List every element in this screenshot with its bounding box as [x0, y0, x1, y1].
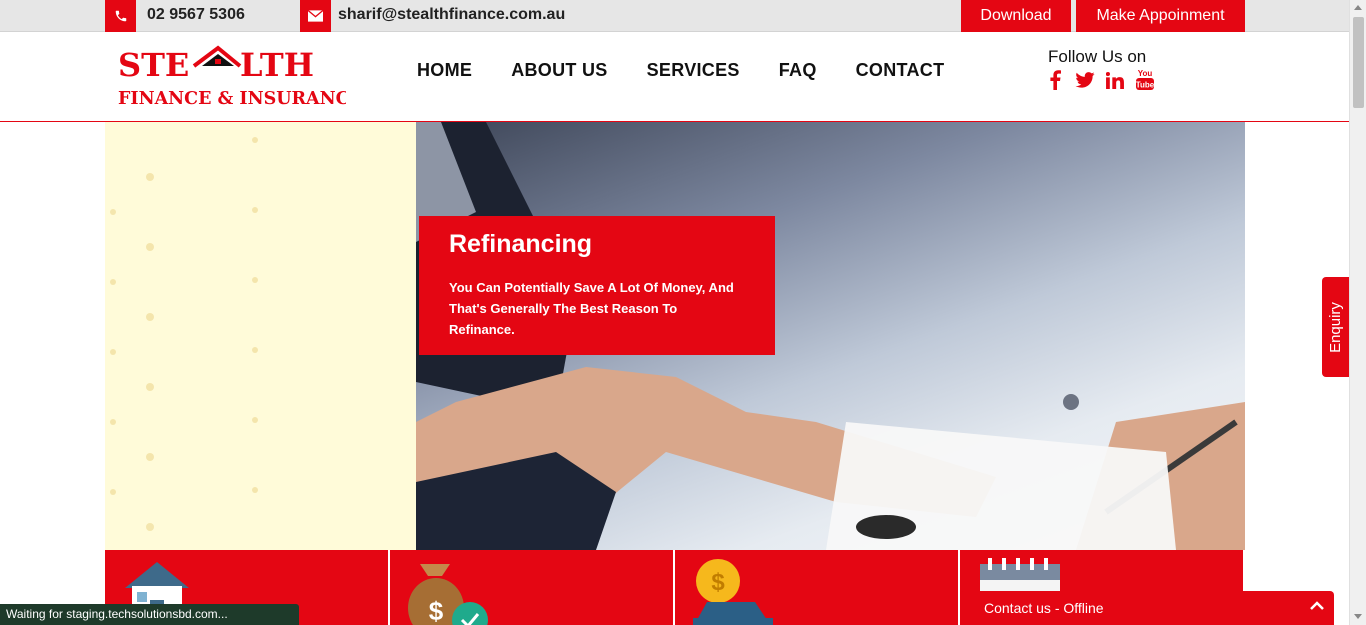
chevron-up-icon[interactable]	[1310, 598, 1324, 616]
logo-text-lth: LTH	[240, 46, 314, 84]
hero-body: You Can Potentially Save A Lot Of Money,…	[449, 280, 734, 337]
main-nav: HOME ABOUT US SERVICES FAQ CONTACT	[417, 60, 983, 81]
browser-status-bar: Waiting for staging.techsolutionsbd.com.…	[0, 604, 299, 625]
scroll-up-icon[interactable]	[1354, 5, 1362, 10]
svg-text:$: $	[429, 596, 444, 625]
nav-faq[interactable]: FAQ	[779, 60, 817, 81]
envelope-icon	[300, 0, 331, 32]
nav-services[interactable]: SERVICES	[647, 60, 740, 81]
facebook-icon[interactable]	[1043, 69, 1067, 91]
roof-icon	[192, 45, 242, 68]
enquiry-tab[interactable]: Enquiry	[1322, 277, 1349, 377]
linkedin-icon[interactable]	[1103, 69, 1127, 91]
follow-us-heading: Follow Us on	[1048, 47, 1147, 66]
svg-text:You: You	[1138, 69, 1153, 78]
nav-home[interactable]: HOME	[417, 60, 472, 81]
top-bar: 02 9567 5306 sharif@stealthfinance.com.a…	[0, 0, 1349, 32]
email-address[interactable]: sharif@stealthfinance.com.au	[338, 6, 565, 24]
logo-text-ste: STE	[118, 46, 189, 84]
hero-slider: Refinancing You Can Potentially Save A L…	[105, 122, 1245, 550]
make-appointment-button[interactable]: Make Appoinment	[1076, 0, 1245, 32]
contact-chat-widget[interactable]: Contact us - Offline	[960, 591, 1334, 625]
chat-label: Contact us - Offline	[984, 600, 1104, 616]
enquiry-label: Enquiry	[1327, 301, 1345, 353]
service-tile-personal-loan[interactable]: $	[390, 550, 673, 625]
site-logo[interactable]: STE LTH FINANCE & INSURANCE	[116, 43, 363, 111]
money-bag-icon: $	[408, 564, 488, 625]
nav-about-us[interactable]: ABOUT US	[511, 60, 607, 81]
youtube-icon[interactable]: You Tube	[1133, 69, 1157, 91]
svg-text:Tube: Tube	[1136, 81, 1155, 90]
service-tile-car-loan[interactable]: $	[675, 550, 958, 625]
svg-text:$: $	[711, 569, 725, 596]
scroll-down-icon[interactable]	[1354, 614, 1362, 619]
phone-number[interactable]: 02 9567 5306	[147, 6, 245, 24]
hero-caption-box: Refinancing You Can Potentially Save A L…	[419, 216, 775, 355]
hero-decorative-panel	[105, 122, 416, 550]
logo-tagline: FINANCE & INSURANCE	[118, 89, 346, 109]
download-button[interactable]: Download	[961, 0, 1071, 32]
site-header: STE LTH FINANCE & INSURANCE HOME ABOUT U…	[0, 33, 1349, 122]
social-links: You Tube	[1043, 69, 1157, 91]
scrollbar-thumb[interactable]	[1353, 17, 1364, 108]
twitter-icon[interactable]	[1073, 69, 1097, 91]
page-scrollbar[interactable]	[1349, 0, 1366, 625]
phone-icon	[105, 0, 136, 32]
hero-title: Refinancing	[449, 230, 593, 258]
car-loan-icon: $	[693, 559, 773, 625]
nav-contact[interactable]: CONTACT	[856, 60, 945, 81]
